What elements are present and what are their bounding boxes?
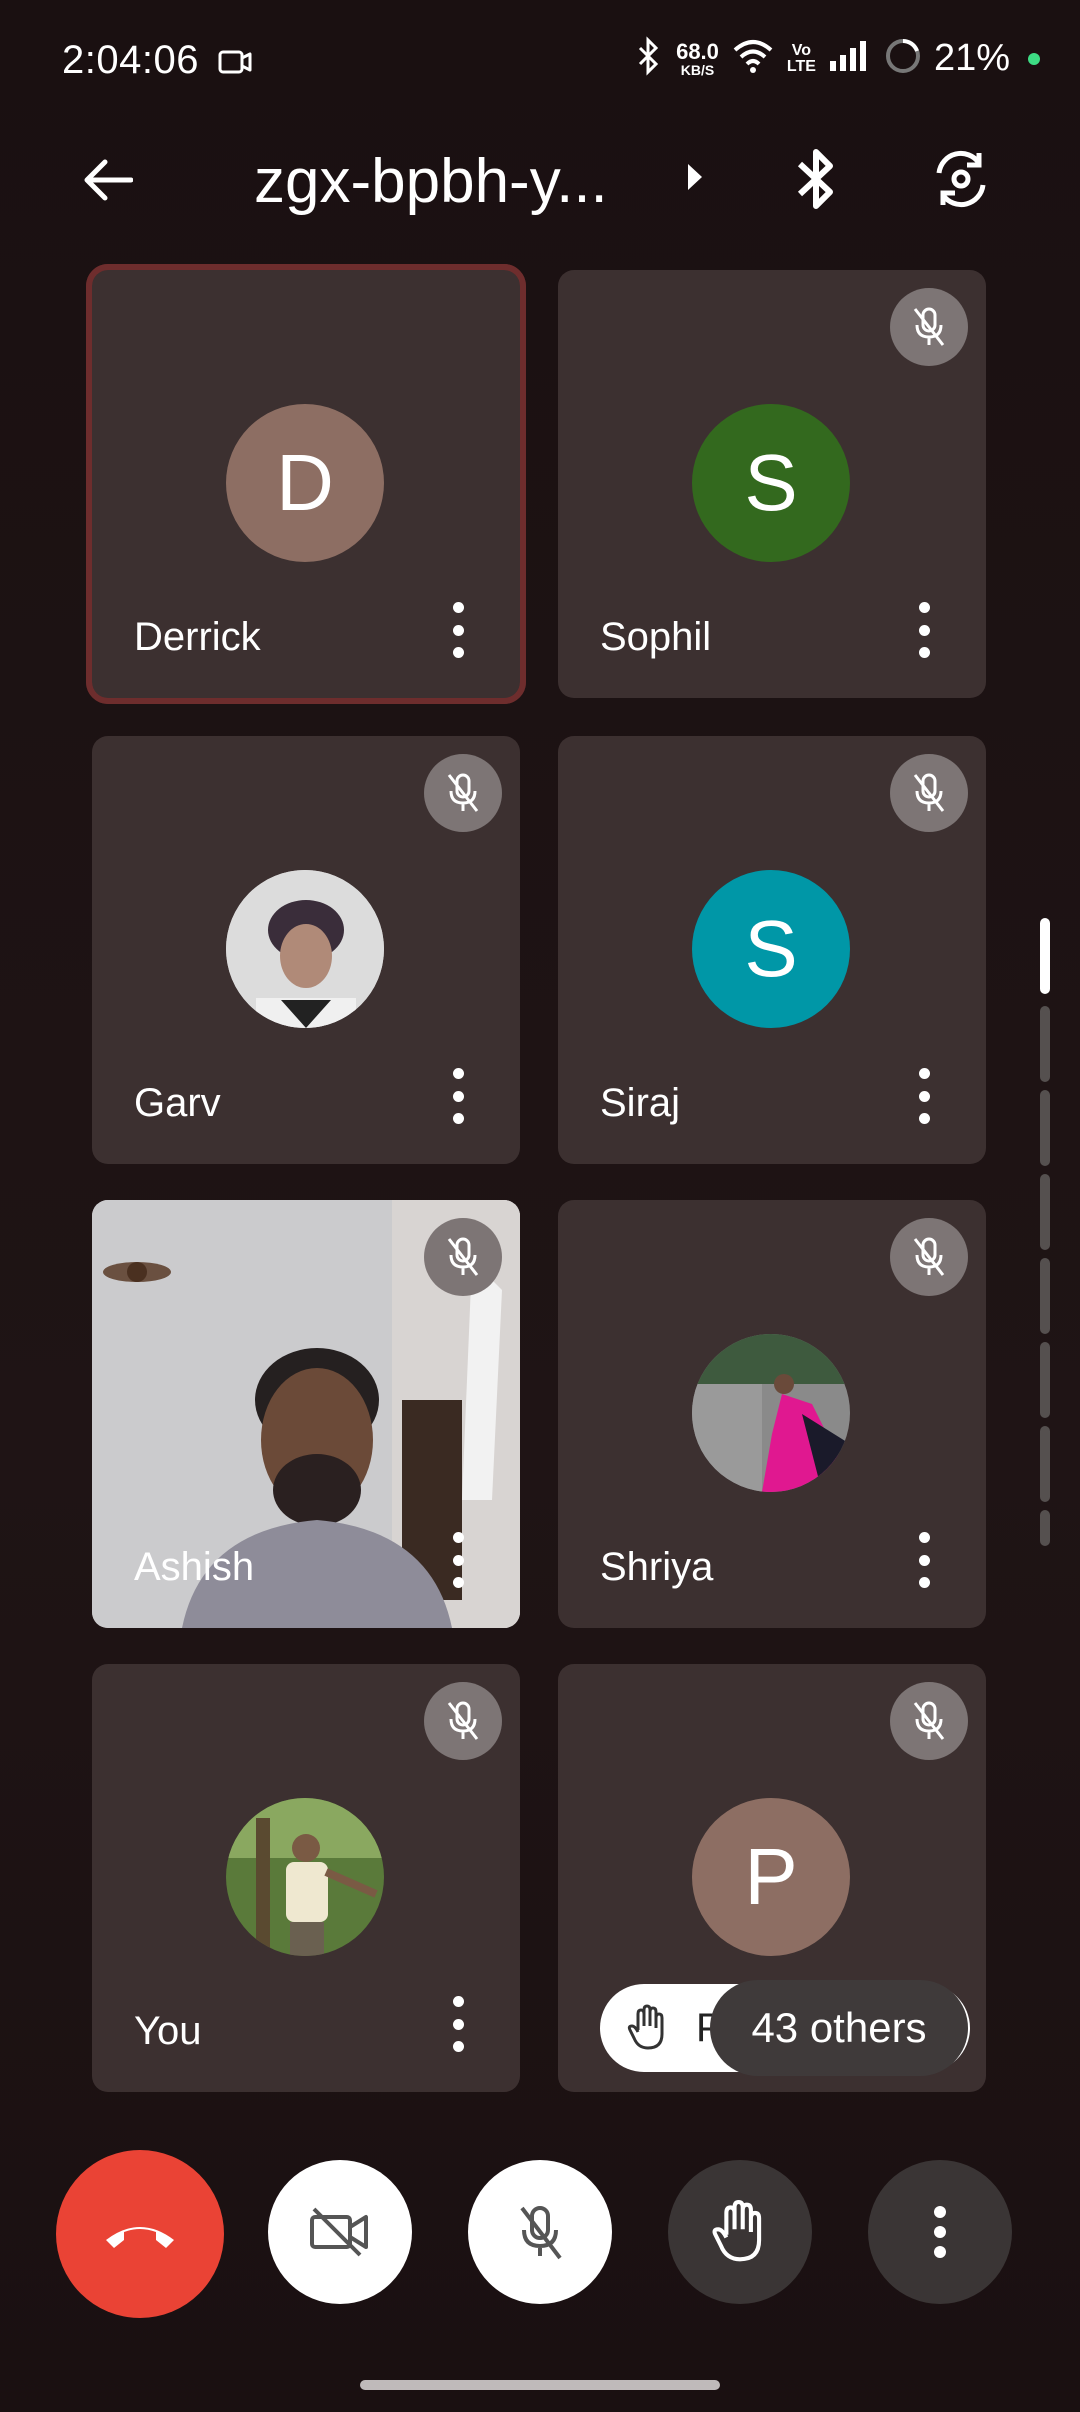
status-icons: 68.0 KB/S Vo LTE 21%	[634, 36, 1040, 81]
avatar: S	[692, 870, 850, 1028]
avatar-photo	[692, 1334, 850, 1492]
screen-record-icon	[218, 48, 252, 81]
more-vert-icon	[934, 2206, 946, 2258]
mic-off-icon	[424, 1218, 502, 1296]
scroll-indicator	[1040, 918, 1050, 1548]
mic-off-icon	[890, 754, 968, 832]
participant-tile-sophil[interactable]: S Sophil	[558, 270, 986, 698]
more-options-button[interactable]	[868, 2160, 1012, 2304]
bluetooth-icon	[797, 149, 833, 209]
call-controls	[0, 2150, 1080, 2320]
chevron-right-icon[interactable]	[684, 160, 706, 199]
videocam-off-icon	[310, 2207, 368, 2257]
participant-name: Sophil	[600, 615, 712, 659]
status-bar: 2:04:06 68.0 KB/S Vo LTE 21%	[0, 0, 1080, 120]
back-arrow-icon	[84, 159, 133, 201]
avatar: P	[692, 1798, 850, 1956]
bluetooth-status-icon	[634, 36, 664, 81]
call-end-icon	[106, 2227, 174, 2248]
hand-icon	[626, 2004, 670, 2057]
more-vert-icon[interactable]	[448, 1532, 468, 1588]
network-speed: 68.0 KB/S	[676, 38, 719, 78]
hand-icon	[712, 2199, 762, 2262]
wifi-icon	[731, 38, 775, 79]
audio-output-button[interactable]	[786, 144, 846, 214]
participant-tile-shriya[interactable]: Shriya	[558, 1200, 986, 1628]
switch-camera-button[interactable]	[926, 144, 996, 214]
signal-icon	[828, 39, 872, 78]
back-button[interactable]	[72, 150, 142, 210]
volte-bottom: LTE	[786, 57, 816, 75]
participant-name: Siraj	[600, 1081, 681, 1125]
more-vert-icon[interactable]	[914, 1068, 934, 1124]
privacy-dot	[1028, 52, 1040, 65]
avatar-photo	[226, 870, 384, 1028]
mic-off-icon	[890, 1682, 968, 1760]
more-vert-icon[interactable]	[448, 602, 468, 658]
participant-name: You	[134, 2009, 202, 2053]
end-call-button[interactable]	[56, 2150, 224, 2318]
others-count-chip[interactable]: 43 others	[710, 1980, 968, 2076]
avatar: S	[692, 404, 850, 562]
switch-camera-icon	[936, 151, 986, 207]
gesture-nav-handle[interactable]	[360, 2380, 720, 2390]
meeting-code-title[interactable]: zgx-bpbh-y...	[254, 146, 608, 217]
raise-hand-button[interactable]	[668, 2160, 812, 2304]
call-header: zgx-bpbh-y...	[0, 120, 1080, 240]
more-vert-icon[interactable]	[914, 602, 934, 658]
avatar-photo	[226, 1798, 384, 1956]
participant-tile-you[interactable]: You	[92, 1664, 520, 2092]
mic-off-icon	[890, 1218, 968, 1296]
mic-off-icon	[890, 288, 968, 366]
participant-tile-derrick[interactable]: D Derrick	[86, 264, 526, 704]
battery-icon	[884, 37, 922, 80]
battery-percent: 21%	[933, 37, 1010, 79]
participant-tile-ashish[interactable]: Ashish	[92, 1200, 520, 1628]
participant-name: Ashish	[134, 1545, 255, 1589]
mic-off-icon	[424, 1682, 502, 1760]
participant-name: Shriya	[600, 1545, 714, 1589]
participant-name: Derrick	[134, 615, 261, 659]
mic-off-icon	[424, 754, 502, 832]
more-vert-icon[interactable]	[914, 1532, 934, 1588]
mic-off-icon	[520, 2206, 562, 2260]
net-speed-unit: KB/S	[680, 61, 715, 78]
volte-indicator: Vo LTE	[786, 41, 816, 75]
participant-tile-garv[interactable]: Garv	[92, 736, 520, 1164]
net-speed-value: 68.0	[676, 38, 719, 64]
camera-toggle-button[interactable]	[268, 2160, 412, 2304]
avatar: D	[226, 404, 384, 562]
status-time: 2:04:06	[62, 38, 199, 82]
participant-name: Garv	[134, 1081, 221, 1125]
mic-toggle-button[interactable]	[468, 2160, 612, 2304]
meet-call-screen: 2:04:06 68.0 KB/S Vo LTE 21% zgx-bpbh-y.…	[0, 0, 1080, 2412]
more-vert-icon[interactable]	[448, 1068, 468, 1124]
volte-top: Vo	[791, 41, 812, 59]
more-vert-icon[interactable]	[448, 1996, 468, 2052]
participant-tile-siraj[interactable]: S Siraj	[558, 736, 986, 1164]
